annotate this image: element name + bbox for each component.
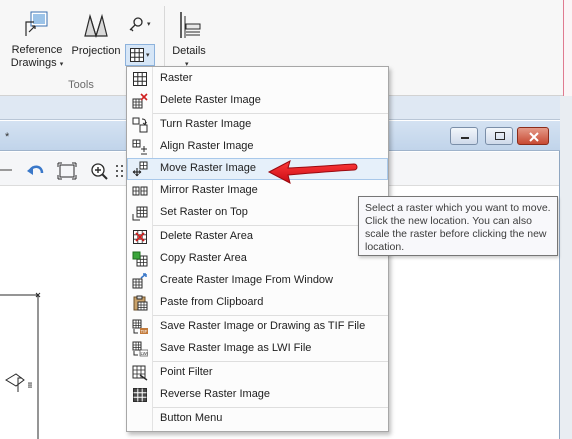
details-button[interactable]: Details ▾: [168, 10, 210, 68]
close-icon: [529, 132, 539, 142]
maximize-button[interactable]: [485, 127, 513, 145]
move-raster-tooltip: Select a raster which you want to move. …: [358, 196, 558, 256]
menu-item-point-filter[interactable]: Point Filter: [127, 362, 388, 384]
raster-dropdown-arrow: ▾: [146, 52, 150, 59]
drawing-window-title: *: [5, 131, 10, 143]
details-icon: [180, 12, 201, 38]
details-label: Details: [172, 45, 206, 57]
create-raster-from-window-icon: [132, 273, 147, 289]
menu-item-create-raster-from-window[interactable]: Create Raster Image From Window: [127, 270, 388, 292]
undo-icon[interactable]: [26, 163, 46, 179]
menu-item-paste-from-clipboard[interactable]: Paste from Clipboard: [127, 292, 388, 314]
save-lwi-icon: LWI: [132, 341, 148, 357]
menu-item-delete-raster-image[interactable]: Delete Raster Image: [127, 90, 388, 112]
reference-drawings-button[interactable]: Reference Drawings ▾: [6, 10, 68, 72]
magnifier-key-icon: [129, 17, 143, 32]
projection-label: Projection: [71, 45, 121, 57]
raster-grid-icon: [130, 48, 144, 62]
set-raster-on-top-icon: [132, 206, 148, 221]
raster-dropdown-button[interactable]: ▾: [125, 44, 155, 66]
move-raster-image-icon: [132, 161, 148, 177]
reference-drawings-label: Reference Drawings ▾: [10, 44, 64, 69]
paste-clipboard-icon: [133, 295, 148, 311]
menu-item-align-raster-image[interactable]: Align Raster Image: [127, 136, 388, 158]
menu-item-button-menu[interactable]: Button Menu: [127, 408, 388, 430]
menu-item-save-lwi[interactable]: LWI Save Raster Image as LWI File: [127, 338, 388, 360]
zoom-window-icon[interactable]: [57, 162, 77, 180]
align-raster-image-icon: [132, 139, 147, 155]
menu-item-save-tif[interactable]: TIF Save Raster Image or Drawing as TIF …: [127, 316, 388, 338]
svg-text:‖‖‖: ‖‖‖: [28, 382, 34, 388]
zoom-in-icon[interactable]: [90, 162, 108, 180]
ribbon-edge: [563, 0, 572, 96]
red-arrow-annotation: [267, 160, 358, 184]
menu-item-copy-raster-area[interactable]: Copy Raster Area: [127, 248, 388, 270]
menu-item-delete-raster-area[interactable]: Delete Raster Area: [127, 226, 388, 248]
menu-item-set-raster-on-top[interactable]: Set Raster on Top: [127, 202, 388, 224]
minimize-icon: [461, 137, 469, 139]
line-tool-icon[interactable]: [0, 164, 14, 176]
projection-button[interactable]: Projection: [68, 10, 124, 60]
menu-item-raster[interactable]: Raster: [127, 68, 388, 90]
close-button[interactable]: [517, 127, 549, 145]
ribbon-group-label: Tools: [68, 79, 94, 91]
raster-grid-icon: [133, 72, 147, 86]
delete-raster-image-icon: [132, 93, 148, 109]
copy-raster-area-icon: [132, 251, 148, 267]
menu-item-reverse-raster-image[interactable]: Reverse Raster Image: [127, 384, 388, 406]
right-edge-panel: [560, 96, 572, 439]
mirror-raster-image-icon: [132, 186, 148, 196]
inspect-dropdown-button[interactable]: ▾: [126, 14, 156, 36]
svg-text:LWI: LWI: [141, 351, 149, 356]
save-tif-icon: TIF: [132, 319, 148, 334]
point-filter-icon: [132, 365, 148, 381]
delete-raster-area-icon: [133, 230, 147, 244]
inspect-dropdown-arrow: ▾: [147, 21, 151, 28]
turn-raster-image-icon: [132, 117, 148, 133]
minimize-button[interactable]: [450, 127, 478, 145]
drawing-geometry: ‖‖‖: [0, 292, 41, 439]
svg-text:TIF: TIF: [141, 329, 148, 334]
reference-drawings-icon: [25, 11, 48, 36]
menu-item-turn-raster-image[interactable]: Turn Raster Image: [127, 114, 388, 136]
reverse-raster-image-icon: [133, 388, 147, 402]
maximize-icon: [495, 132, 505, 140]
projection-icon: [84, 13, 108, 38]
